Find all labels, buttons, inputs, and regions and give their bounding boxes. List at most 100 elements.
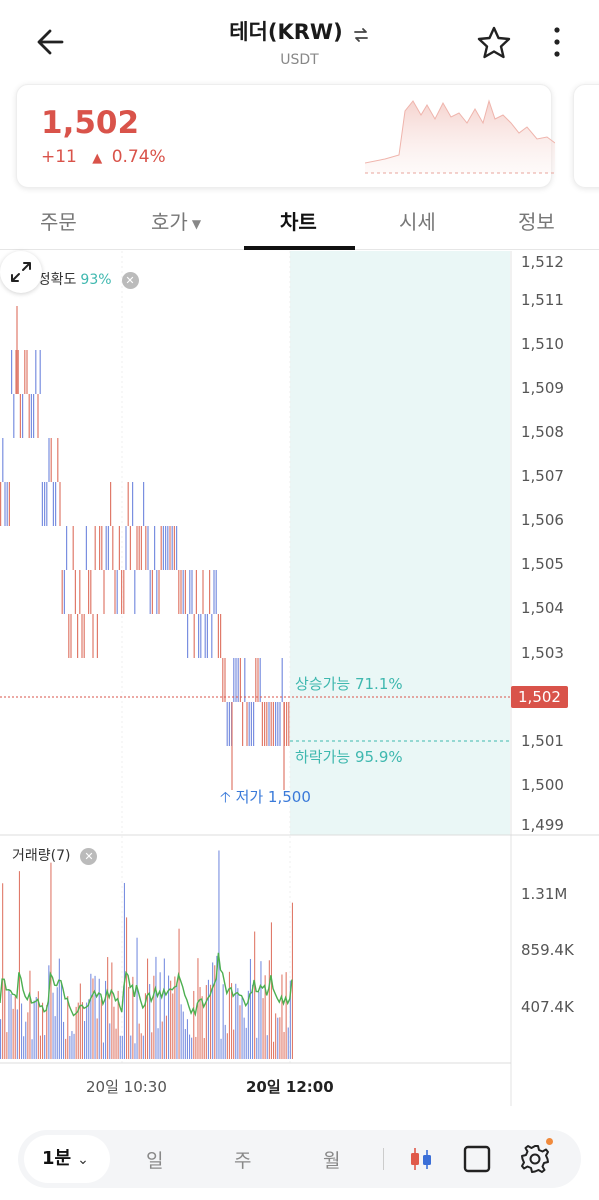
y-tick: 1,512 xyxy=(521,253,564,271)
volume-bar xyxy=(203,1038,205,1059)
candle xyxy=(202,570,204,614)
candle xyxy=(92,614,94,658)
candle xyxy=(206,614,208,658)
candle xyxy=(39,350,41,394)
interval-label: 1분 xyxy=(42,1148,72,1169)
close-icon[interactable]: ✕ xyxy=(121,271,139,289)
candle xyxy=(0,482,2,526)
candle xyxy=(204,614,206,658)
candle xyxy=(110,482,112,526)
candle xyxy=(154,526,156,570)
volume-bar xyxy=(128,986,130,1059)
candle xyxy=(286,702,288,746)
notification-dot xyxy=(546,1138,553,1145)
volume-bar xyxy=(4,980,6,1059)
square-icon[interactable] xyxy=(460,1142,494,1176)
candle xyxy=(123,570,125,614)
candle xyxy=(228,702,230,746)
y-tick: 1,511 xyxy=(521,291,564,309)
price-summary-card[interactable]: 1,502 +11 ▲ 0.74% xyxy=(16,84,555,188)
candle xyxy=(169,526,171,570)
prediction-pct: 93% xyxy=(80,272,112,288)
tab-orderbook-label: 호가 xyxy=(151,210,188,234)
volume-bar xyxy=(214,965,216,1059)
volume-bar xyxy=(35,997,37,1059)
candle xyxy=(158,570,160,614)
candle xyxy=(264,702,266,746)
volume-bar xyxy=(178,928,180,1059)
more-vertical-icon[interactable] xyxy=(546,24,568,60)
volume-bar xyxy=(285,972,287,1059)
volume-bar xyxy=(243,1017,245,1059)
volume-bar xyxy=(31,1039,33,1059)
candle xyxy=(217,614,219,658)
candle xyxy=(143,482,145,526)
candle xyxy=(41,482,43,526)
candle xyxy=(121,570,123,614)
candle xyxy=(118,526,120,570)
volume-bar xyxy=(6,1032,8,1059)
volume-bar xyxy=(195,1036,197,1059)
tab-order[interactable]: 주문 xyxy=(40,206,77,235)
chevron-down-icon: ⌄ xyxy=(77,1152,89,1168)
volume-bar xyxy=(65,1038,67,1059)
change-amount: +11 xyxy=(41,147,77,167)
tab-orderbook[interactable]: 호가 ▼ xyxy=(151,206,201,235)
period-day[interactable]: 일 xyxy=(146,1146,163,1173)
volume-bar xyxy=(121,1035,123,1059)
volume-bar xyxy=(266,1035,268,1059)
interval-selector[interactable]: 1분 ⌄ xyxy=(24,1135,110,1183)
candle xyxy=(19,394,21,438)
expand-icon[interactable] xyxy=(0,251,42,293)
period-month[interactable]: 월 xyxy=(323,1146,340,1173)
close-icon[interactable]: ✕ xyxy=(80,847,98,865)
volume-bar xyxy=(170,980,172,1059)
candle xyxy=(8,482,10,526)
chart-grid xyxy=(121,251,291,1063)
volume-bar xyxy=(281,974,283,1059)
period-week[interactable]: 주 xyxy=(234,1146,251,1173)
volume-bar xyxy=(168,975,170,1059)
active-tab-indicator xyxy=(244,246,355,250)
candlestick-icon[interactable] xyxy=(404,1142,438,1176)
volume-bar xyxy=(220,1038,222,1059)
volume-bar xyxy=(283,1031,285,1059)
candle xyxy=(13,394,15,438)
volume-bar xyxy=(233,1029,235,1059)
candle xyxy=(253,702,255,746)
candle xyxy=(96,614,98,658)
candle xyxy=(239,658,241,702)
volume-bar xyxy=(207,979,209,1059)
settings-gear-icon[interactable] xyxy=(518,1142,552,1176)
tab-chart[interactable]: 차트 xyxy=(280,206,317,235)
price-chart[interactable]: 예측정확도 93% ✕ 1,512 1,511 1,510 1,509 1,508 … xyxy=(0,251,599,1106)
candle xyxy=(33,394,35,438)
candle xyxy=(26,350,28,394)
y-tick: 1,504 xyxy=(521,599,564,617)
tab-info[interactable]: 정보 xyxy=(518,206,555,235)
candle xyxy=(88,570,90,614)
candle xyxy=(244,658,246,702)
change-percent: 0.74% xyxy=(111,147,166,167)
volume-bar xyxy=(14,996,16,1059)
volume-bar xyxy=(92,978,94,1059)
volume-bar xyxy=(277,1017,279,1059)
candle xyxy=(125,526,127,570)
volume-bar xyxy=(75,1006,77,1059)
candle xyxy=(28,394,30,438)
volume-bar xyxy=(102,1042,104,1059)
candle xyxy=(52,482,54,526)
next-price-card[interactable] xyxy=(573,84,599,188)
candle xyxy=(4,482,6,526)
candle xyxy=(261,702,263,746)
candle xyxy=(35,350,37,394)
candle xyxy=(138,526,140,570)
candle xyxy=(242,702,244,746)
volume-bar xyxy=(52,992,54,1059)
tab-market-price[interactable]: 시세 xyxy=(399,206,436,235)
candle xyxy=(81,614,83,658)
swap-arrows-icon[interactable] xyxy=(352,26,370,44)
volume-bar xyxy=(159,972,161,1059)
star-outline-icon[interactable] xyxy=(474,24,514,62)
volume-bars xyxy=(0,850,293,1059)
